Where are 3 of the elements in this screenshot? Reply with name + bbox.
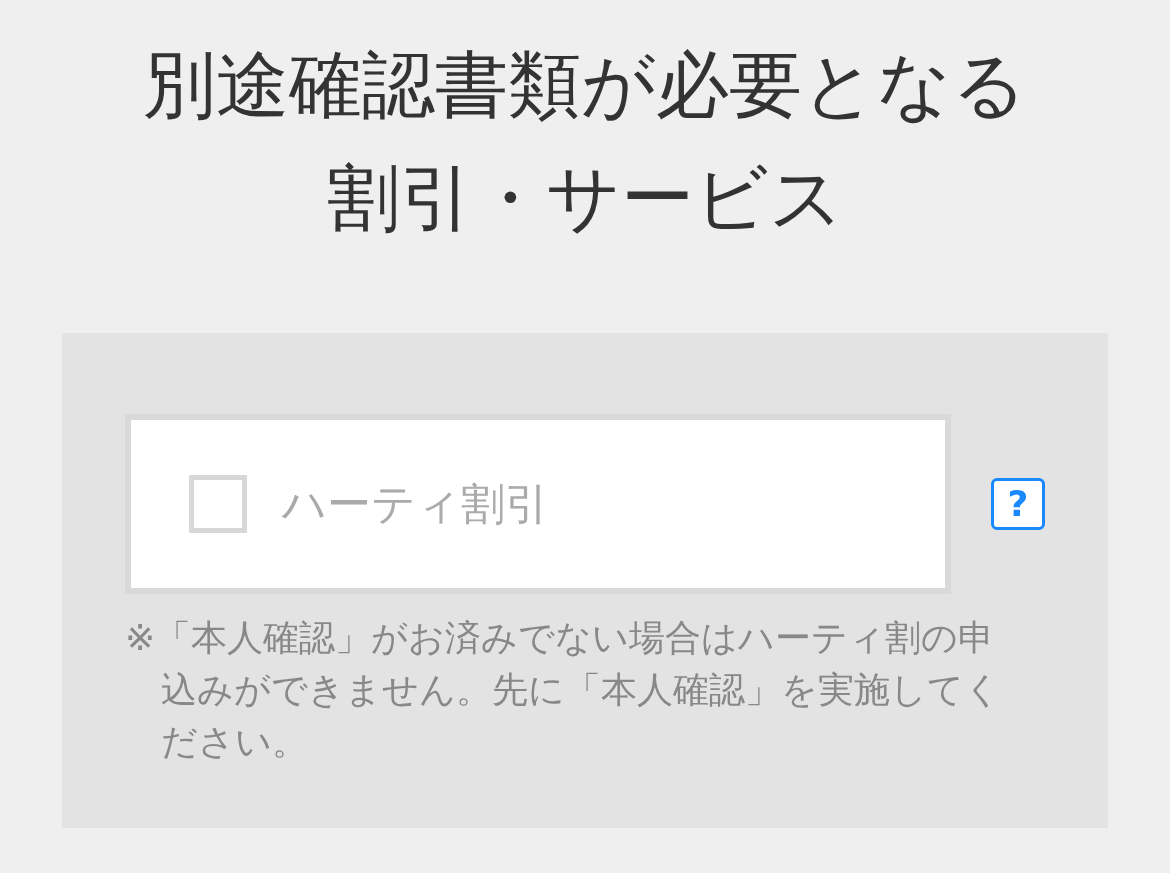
page-title: 別途確認書類が必要となる割引・サービス <box>142 41 1028 242</box>
note-text: ※「本人確認」がお済みでない場合はハーティ割の申込みができません。先に「本人確認」を実施してください。 <box>125 616 1002 764</box>
option-label: ハーティ割引 <box>282 477 549 531</box>
